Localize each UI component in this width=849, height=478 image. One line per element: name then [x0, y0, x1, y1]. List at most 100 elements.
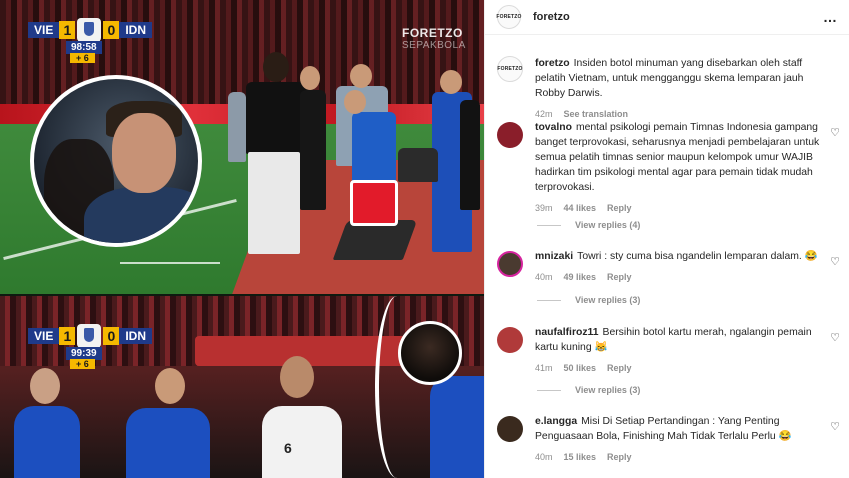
added-time: + 6: [70, 53, 95, 63]
coach-figure: [246, 82, 308, 154]
view-replies-button[interactable]: View replies (3): [537, 295, 640, 305]
caption-body: foretzo Insiden botol minuman yang diseba…: [535, 56, 825, 122]
comment-meta: 39m 44 likes Reply: [535, 201, 825, 216]
like-heart-icon[interactable]: ♡: [830, 331, 840, 344]
home-score: 1: [59, 21, 76, 39]
watermark-title: FORETZO: [402, 26, 463, 40]
comment-body: e.langga Misi Di Setiap Pertandingan : Ya…: [535, 414, 825, 465]
away-team: IDN: [119, 22, 153, 38]
comment-likes[interactable]: 15 likes: [564, 450, 597, 465]
comment-meta: 40m 15 likes Reply: [535, 450, 825, 465]
home-team: VIE: [28, 22, 60, 38]
caption-username[interactable]: foretzo: [535, 58, 570, 69]
added-time: + 6: [70, 359, 95, 369]
referee-head: [300, 66, 320, 90]
staff-figure: [430, 376, 484, 478]
comment-username[interactable]: mnizaki: [535, 251, 573, 262]
zoom-inset-circle: [398, 321, 462, 385]
commenter-avatar[interactable]: [497, 327, 523, 353]
tournament-crest-icon: [77, 18, 102, 42]
bench-box: [398, 148, 438, 182]
staff-head: [350, 64, 372, 88]
comment-meta: 41m 50 likes Reply: [535, 361, 825, 376]
more-options-icon[interactable]: …: [823, 9, 838, 25]
author-avatar[interactable]: FORETZO: [497, 56, 523, 82]
inset-face: [112, 113, 176, 193]
player-head: [280, 356, 314, 398]
away-score: 0: [103, 327, 120, 345]
post-media[interactable]: VIE 1 0 IDN 98:58 + 6 FORETZO SEPAKBOLA …: [0, 0, 484, 478]
comment-time[interactable]: 40m: [535, 270, 553, 285]
shouting-staff-head: [155, 368, 185, 404]
coach-trousers: [248, 152, 300, 254]
author-username[interactable]: foretzo: [533, 11, 570, 23]
pitch-line: [120, 262, 220, 264]
like-heart-icon[interactable]: ♡: [830, 255, 840, 268]
reply-button[interactable]: Reply: [607, 270, 632, 285]
like-heart-icon[interactable]: ♡: [830, 126, 840, 139]
watermark-subtitle: SEPAKBOLA: [402, 40, 466, 51]
home-team: VIE: [28, 328, 60, 344]
comment-likes[interactable]: 49 likes: [564, 270, 597, 285]
staff-head: [30, 368, 60, 404]
home-score: 1: [59, 327, 76, 345]
comment-likes[interactable]: 44 likes: [564, 201, 597, 216]
commenter-avatar[interactable]: [497, 122, 523, 148]
caption-text: Insiden botol minuman yang disebarkan ol…: [535, 58, 804, 99]
staff-figure: [14, 406, 80, 478]
bystander-figure: [460, 100, 480, 210]
commenter-avatar[interactable]: [497, 251, 523, 277]
comment-item: naufalfiroz11 Bersihin botol kartu merah,…: [497, 325, 840, 376]
away-score: 0: [103, 21, 120, 39]
scoreboard-bottom: VIE 1 0 IDN: [28, 324, 153, 348]
header-divider: [485, 34, 849, 35]
tournament-crest-icon: [77, 324, 102, 348]
away-team: IDN: [119, 328, 153, 344]
commenter-avatar[interactable]: [497, 416, 523, 442]
reply-button[interactable]: Reply: [607, 361, 632, 376]
comment-username[interactable]: naufalfiroz11: [535, 327, 599, 338]
comment-time[interactable]: 41m: [535, 361, 553, 376]
zoom-inset-circle: [30, 75, 202, 247]
watermark: FORETZO SEPAKBOLA: [402, 26, 466, 51]
like-heart-icon[interactable]: ♡: [830, 420, 840, 433]
author-avatar[interactable]: FORETZO: [496, 5, 521, 29]
frame-divider: [375, 296, 419, 478]
comment-item: e.langga Misi Di Setiap Pertandingan : Ya…: [497, 414, 840, 465]
comment-meta: 40m 49 likes Reply: [535, 270, 825, 285]
video-frame-bottom: 6 VIE 1 0 IDN 99:39 + 6: [0, 296, 484, 478]
comment-username[interactable]: tovalno: [535, 122, 572, 133]
comment-body: naufalfiroz11 Bersihin botol kartu merah,…: [535, 325, 825, 376]
red-cool-box: [350, 180, 398, 226]
player-head: [440, 70, 462, 94]
comment-body: mnizaki Towri : sty cuma bisa ngandelin l…: [535, 249, 825, 285]
video-frame-top: VIE 1 0 IDN 98:58 + 6 FORETZO SEPAKBOLA: [0, 0, 484, 294]
coach-head: [263, 52, 289, 82]
comment-text: mental psikologi pemain Timnas Indonesia…: [535, 122, 820, 193]
inset-shoulder: [84, 187, 198, 243]
white-jersey-player: [262, 406, 342, 478]
comment-username[interactable]: e.langga: [535, 416, 577, 427]
bottle-staff-head: [344, 90, 366, 114]
post-caption: FORETZO foretzo Insiden botol minuman yan…: [497, 56, 840, 122]
scoreboard-top: VIE 1 0 IDN: [28, 18, 153, 42]
comment-likes[interactable]: 50 likes: [564, 361, 597, 376]
comment-body: tovalno mental psikologi pemain Timnas In…: [535, 120, 825, 216]
view-replies-button[interactable]: View replies (3): [537, 385, 640, 395]
bottle-staff-legs: [332, 220, 418, 260]
reply-button[interactable]: Reply: [607, 201, 632, 216]
post-header: FORETZO foretzo …: [485, 0, 849, 34]
comment-time[interactable]: 39m: [535, 201, 553, 216]
comment-text: Towri : sty cuma bisa ngandelin lemparan…: [577, 251, 818, 262]
reply-button[interactable]: Reply: [607, 450, 632, 465]
jersey-number: 6: [284, 440, 292, 456]
comment-time[interactable]: 40m: [535, 450, 553, 465]
comment-item: tovalno mental psikologi pemain Timnas In…: [497, 120, 840, 216]
view-replies-button[interactable]: View replies (4): [537, 220, 640, 230]
bottle-staff-figure: [352, 112, 396, 182]
bystander-figure: [228, 92, 246, 162]
referee-figure: [300, 90, 326, 210]
comment-item: mnizaki Towri : sty cuma bisa ngandelin l…: [497, 249, 840, 285]
shouting-staff-figure: [126, 408, 210, 478]
comments-panel: FORETZO foretzo … FORETZO foretzo Insiden…: [484, 0, 849, 478]
